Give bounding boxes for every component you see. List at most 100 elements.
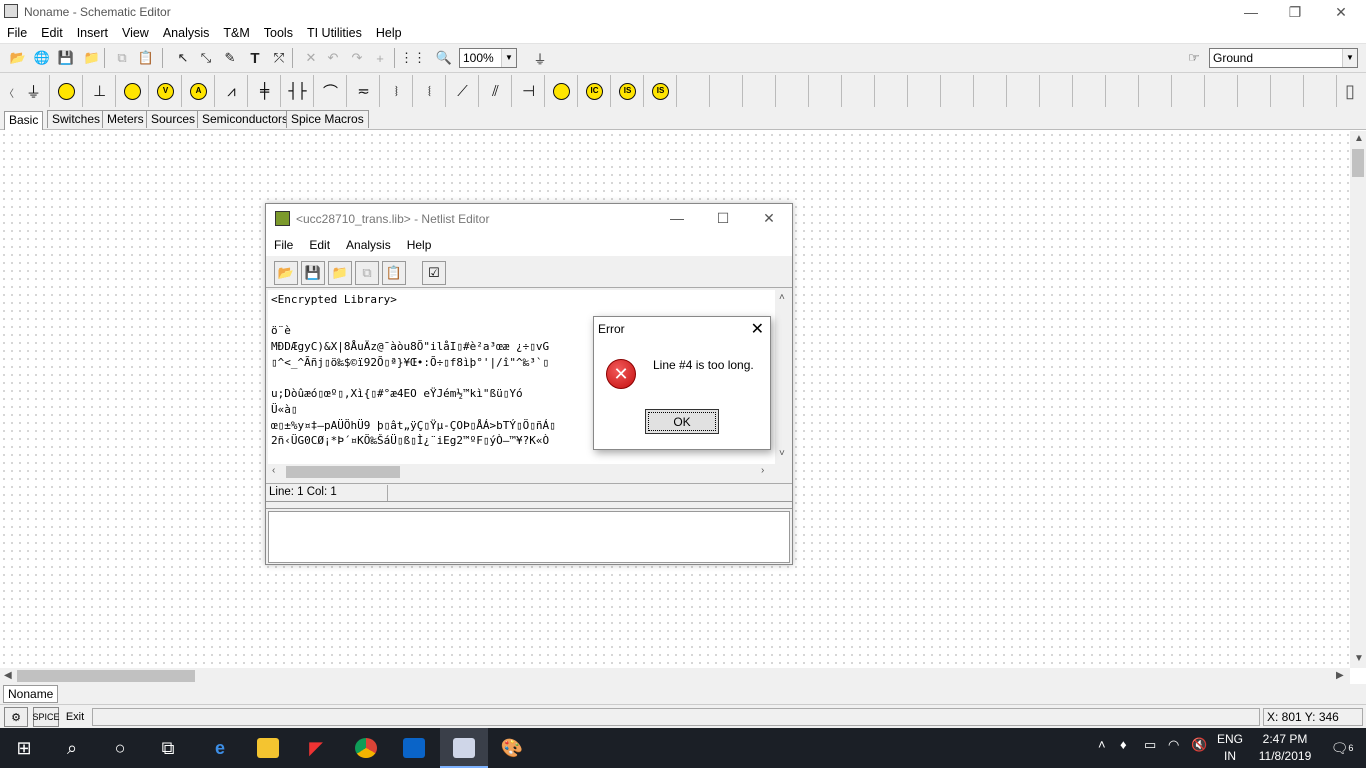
splitter[interactable]: [266, 501, 792, 509]
netlist-hscroll[interactable]: ‹ ›: [268, 464, 775, 480]
tab-spice-macros[interactable]: Spice Macros: [286, 110, 369, 128]
zoom-select[interactable]: 100% ▼: [459, 48, 517, 68]
close-icon[interactable]: ✕: [751, 319, 764, 339]
tab-basic[interactable]: Basic: [4, 111, 44, 130]
search-icon[interactable]: ⌕: [48, 732, 96, 764]
netlist-menu-file[interactable]: File: [266, 234, 301, 256]
pot-part[interactable]: ⫽: [480, 75, 512, 107]
open-folder-icon[interactable]: 📂: [7, 47, 29, 69]
task-view-icon[interactable]: ⧉: [144, 732, 192, 764]
component-select[interactable]: Ground ▼: [1209, 48, 1358, 68]
chrome-icon[interactable]: [342, 732, 390, 764]
netlist-menu-edit[interactable]: Edit: [301, 234, 338, 256]
netlist-minimize-button[interactable]: —: [654, 206, 700, 230]
netlist-vscroll[interactable]: ˄ ˅: [775, 290, 791, 464]
clock[interactable]: 2:47 PM 11/8/2019: [1253, 731, 1317, 765]
zoom-icon[interactable]: 🔍: [433, 47, 455, 69]
component-icon[interactable]: ⏚: [529, 47, 551, 69]
menu-help[interactable]: Help: [369, 24, 409, 43]
tab-meters[interactable]: Meters: [102, 110, 149, 128]
delete-icon[interactable]: ✕: [300, 47, 322, 69]
netlist-hscroll-thumb[interactable]: [286, 466, 400, 478]
transformer-part[interactable]: ⧘: [381, 75, 413, 107]
menu-file[interactable]: File: [0, 24, 34, 43]
is-part[interactable]: IS: [612, 75, 644, 107]
globe-icon[interactable]: 🌐: [31, 47, 53, 69]
ammeter-part[interactable]: A: [183, 75, 215, 107]
menu-edit[interactable]: Edit: [34, 24, 70, 43]
cortana-icon[interactable]: ○: [96, 732, 144, 764]
crosshair-icon[interactable]: +: [369, 47, 391, 69]
netlist-output-pane[interactable]: [268, 511, 790, 563]
save-icon[interactable]: 💾: [55, 47, 77, 69]
is2-part[interactable]: IS: [645, 75, 677, 107]
hscroll-thumb[interactable]: [17, 670, 195, 682]
scroll-right-icon[interactable]: ▶: [1336, 670, 1344, 681]
scroll-left-icon[interactable]: 〈: [4, 85, 14, 100]
undo-icon[interactable]: ↶: [322, 47, 344, 69]
open-icon[interactable]: 📁: [328, 261, 352, 285]
settings-icon[interactable]: ⚙: [4, 707, 28, 727]
coil-part[interactable]: ≂: [348, 75, 380, 107]
pointer-icon[interactable]: ↖: [172, 47, 194, 69]
switch-lamp-part[interactable]: [117, 75, 149, 107]
scroll-up-icon[interactable]: ▲: [1354, 133, 1364, 144]
ic-part[interactable]: IC: [579, 75, 611, 107]
tab-switches[interactable]: Switches: [47, 110, 106, 128]
paste-icon[interactable]: 📋: [135, 47, 157, 69]
tab-sources[interactable]: Sources: [146, 110, 201, 128]
paint-icon[interactable]: 🎨: [488, 732, 536, 764]
network-icon[interactable]: ♦: [1120, 737, 1127, 752]
redo-icon[interactable]: ↷: [346, 47, 368, 69]
app-icon[interactable]: ◤: [292, 732, 340, 764]
scroll-right-icon[interactable]: ›: [761, 465, 764, 476]
capacitor-part[interactable]: ╪: [249, 75, 281, 107]
wire-icon[interactable]: ⤡: [195, 47, 217, 69]
close-button[interactable]: ✕: [1318, 0, 1364, 24]
horizontal-scrollbar[interactable]: ◀ ▶: [0, 668, 1350, 684]
relay-part[interactable]: ⧙: [414, 75, 446, 107]
menu-insert[interactable]: Insert: [70, 24, 115, 43]
netlist-maximize-button[interactable]: ☐: [700, 206, 746, 230]
probe-part[interactable]: ⊣: [513, 75, 545, 107]
scroll-left-icon[interactable]: ◀: [4, 670, 12, 681]
wifi-icon[interactable]: ◠: [1168, 737, 1179, 753]
scroll-right-icon[interactable]: ▯: [1345, 81, 1355, 102]
start-icon[interactable]: ⊞: [0, 732, 48, 764]
spice-icon[interactable]: SPICE: [33, 707, 60, 727]
menu-tm[interactable]: T&M: [216, 24, 256, 43]
edge-icon[interactable]: e: [196, 732, 244, 764]
menu-ti-utilities[interactable]: TI Utilities: [300, 24, 369, 43]
restore-button[interactable]: ❐: [1272, 0, 1318, 24]
paste-icon[interactable]: 📋: [382, 261, 406, 285]
text-icon[interactable]: T: [244, 47, 266, 69]
voltmeter-part[interactable]: V: [150, 75, 182, 107]
open-icon[interactable]: 📁: [81, 47, 103, 69]
chevron-up-icon[interactable]: ˄: [1098, 737, 1106, 752]
scroll-down-icon[interactable]: ˅: [779, 448, 785, 459]
save-icon[interactable]: 💾: [301, 261, 325, 285]
scroll-left-icon[interactable]: ‹: [272, 465, 275, 476]
open-folder-icon[interactable]: 📂: [274, 261, 298, 285]
inductor-part[interactable]: ⌒: [315, 75, 347, 107]
copy-icon[interactable]: ⧉: [111, 47, 133, 69]
grid-icon[interactable]: ⋮⋮: [400, 47, 426, 69]
capacitor-symbol-part[interactable]: ┤├: [282, 75, 314, 107]
ok-button[interactable]: OK: [645, 409, 719, 434]
switch-part[interactable]: ⟋: [447, 75, 479, 107]
copy-icon[interactable]: ⧉: [355, 261, 379, 285]
netlist-close-button[interactable]: ✕: [746, 206, 792, 230]
language-indicator[interactable]: ENG IN: [1213, 731, 1247, 765]
netlist-menu-help[interactable]: Help: [399, 234, 440, 256]
current-source-part[interactable]: [546, 75, 578, 107]
exit-button[interactable]: Exit: [62, 707, 88, 727]
pen-icon[interactable]: ✎: [219, 47, 241, 69]
tab-semiconductors[interactable]: Semiconductors: [197, 110, 294, 128]
resistor-part[interactable]: ⩘: [216, 75, 248, 107]
volume-icon[interactable]: 🔇: [1191, 737, 1207, 753]
vertical-scrollbar[interactable]: ▲ ▼: [1350, 131, 1366, 668]
battery-part[interactable]: ⊥: [84, 75, 116, 107]
ground-part[interactable]: ⏚: [18, 75, 50, 107]
rotate-icon[interactable]: ⤱: [268, 47, 290, 69]
battery-icon[interactable]: ▭: [1144, 737, 1156, 753]
